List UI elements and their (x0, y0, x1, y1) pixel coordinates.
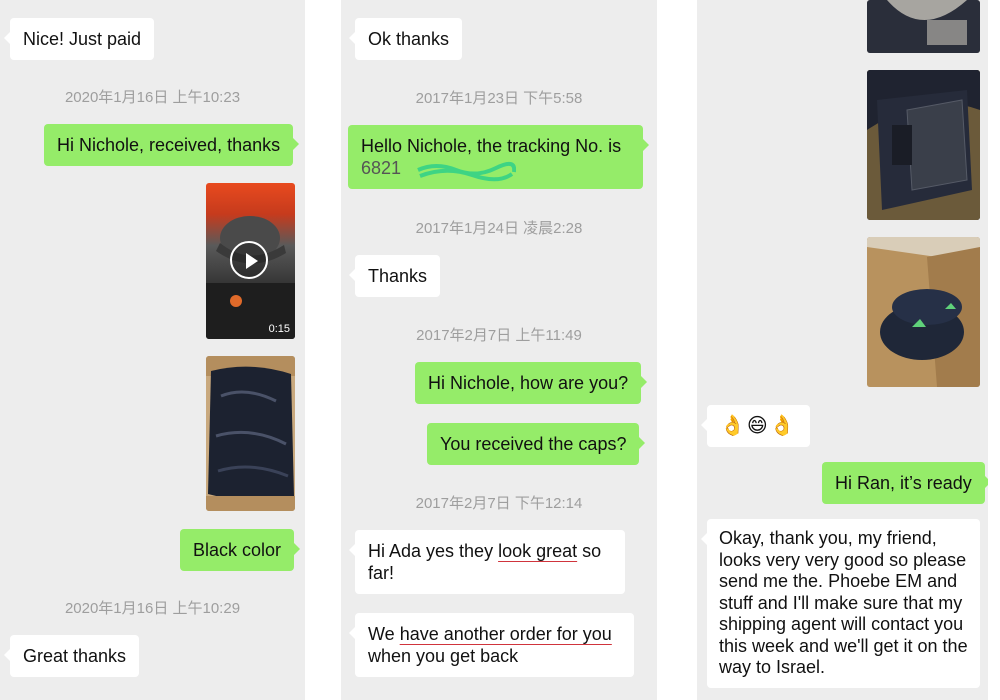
chat-panel-2: Ok thanks 2017年1月23日 下午5:58 Hello Nichol… (341, 0, 657, 700)
underlined-text: have another order for you (399, 624, 612, 644)
underlined-text: look great (498, 541, 578, 561)
message-incoming[interactable]: We have another order for you when you g… (349, 613, 634, 677)
tracking-line-1: Hello Nichole, the tracking No. is (361, 136, 622, 156)
message-text: You received the caps? (440, 434, 627, 454)
message-outgoing[interactable]: Black color (180, 529, 301, 571)
timestamp: 2017年1月23日 下午5:58 (415, 90, 583, 107)
timestamp: 2020年1月16日 上午10:29 (64, 600, 241, 617)
message-incoming[interactable]: Thanks (348, 255, 441, 297)
text-segment: We (368, 624, 400, 644)
message-outgoing[interactable]: Hello Nichole, the tracking No. is 6821 (348, 125, 649, 189)
message-text: Hi Nichole, received, thanks (57, 135, 281, 155)
message-text: Thanks (368, 266, 428, 286)
message-outgoing[interactable]: Hi Nichole, how are you? (415, 362, 648, 404)
photo-thumbnail[interactable] (867, 237, 980, 387)
message-incoming[interactable]: Great thanks (3, 635, 140, 677)
message-outgoing[interactable]: You received the caps? (427, 423, 646, 465)
message-text: We have another order for you when you g… (355, 613, 634, 677)
message-text: Okay, thank you, my friend, looks very v… (719, 528, 968, 677)
message-text: Nice! Just paid (23, 29, 142, 49)
play-icon[interactable] (230, 241, 268, 279)
message-incoming[interactable]: Nice! Just paid (3, 18, 155, 60)
chat-panel-3: 👌😄👌 Hi Ran, it’s ready Okay, thank you, … (697, 0, 988, 700)
message-text: Ok thanks (368, 29, 450, 49)
redaction-scribble (417, 161, 516, 182)
message-text: Hi Ran, it’s ready (835, 473, 972, 493)
text-segment: when you get back (368, 646, 519, 666)
video-duration: 0:15 (268, 323, 290, 335)
message-incoming[interactable]: 👌😄👌 (701, 405, 810, 447)
message-incoming[interactable]: Okay, thank you, my friend, looks very v… (701, 519, 980, 688)
message-incoming[interactable]: Ok thanks (348, 18, 463, 60)
timestamp: 2017年2月7日 下午12:14 (415, 495, 583, 512)
cap-photo-icon (867, 0, 980, 53)
timestamp: 2020年1月16日 上午10:23 (64, 89, 241, 106)
message-text: Black color (193, 540, 282, 560)
message-text: Hi Nichole, how are you? (428, 373, 629, 393)
timestamp: 2017年1月24日 凌晨2:28 (415, 220, 583, 237)
message-outgoing[interactable]: Hi Nichole, received, thanks (44, 124, 300, 166)
photo-thumbnail[interactable] (867, 70, 980, 220)
message-text: Great thanks (23, 646, 127, 666)
chat-panel-1: Nice! Just paid 2020年1月16日 上午10:23 Hi Ni… (0, 0, 305, 700)
tracking-number-partial: 6821 (361, 158, 402, 178)
text-segment: Hi Ada yes they (368, 541, 499, 561)
emoji-message: 👌😄👌 (720, 415, 797, 437)
message-incoming[interactable]: Hi Ada yes they look great so far! (349, 530, 625, 594)
box-photo-icon (867, 237, 980, 387)
message-outgoing[interactable]: Hi Ran, it’s ready (822, 462, 988, 504)
video-thumbnail[interactable]: 0:15 (206, 183, 295, 339)
photo-thumbnail[interactable] (206, 356, 295, 511)
message-text: Hi Ada yes they look great so far! (355, 530, 625, 594)
photo-thumbnail[interactable] (867, 0, 980, 53)
timestamp: 2017年2月7日 上午11:49 (416, 327, 582, 344)
cap-photo-icon (867, 70, 980, 220)
package-photo-icon (206, 356, 295, 511)
